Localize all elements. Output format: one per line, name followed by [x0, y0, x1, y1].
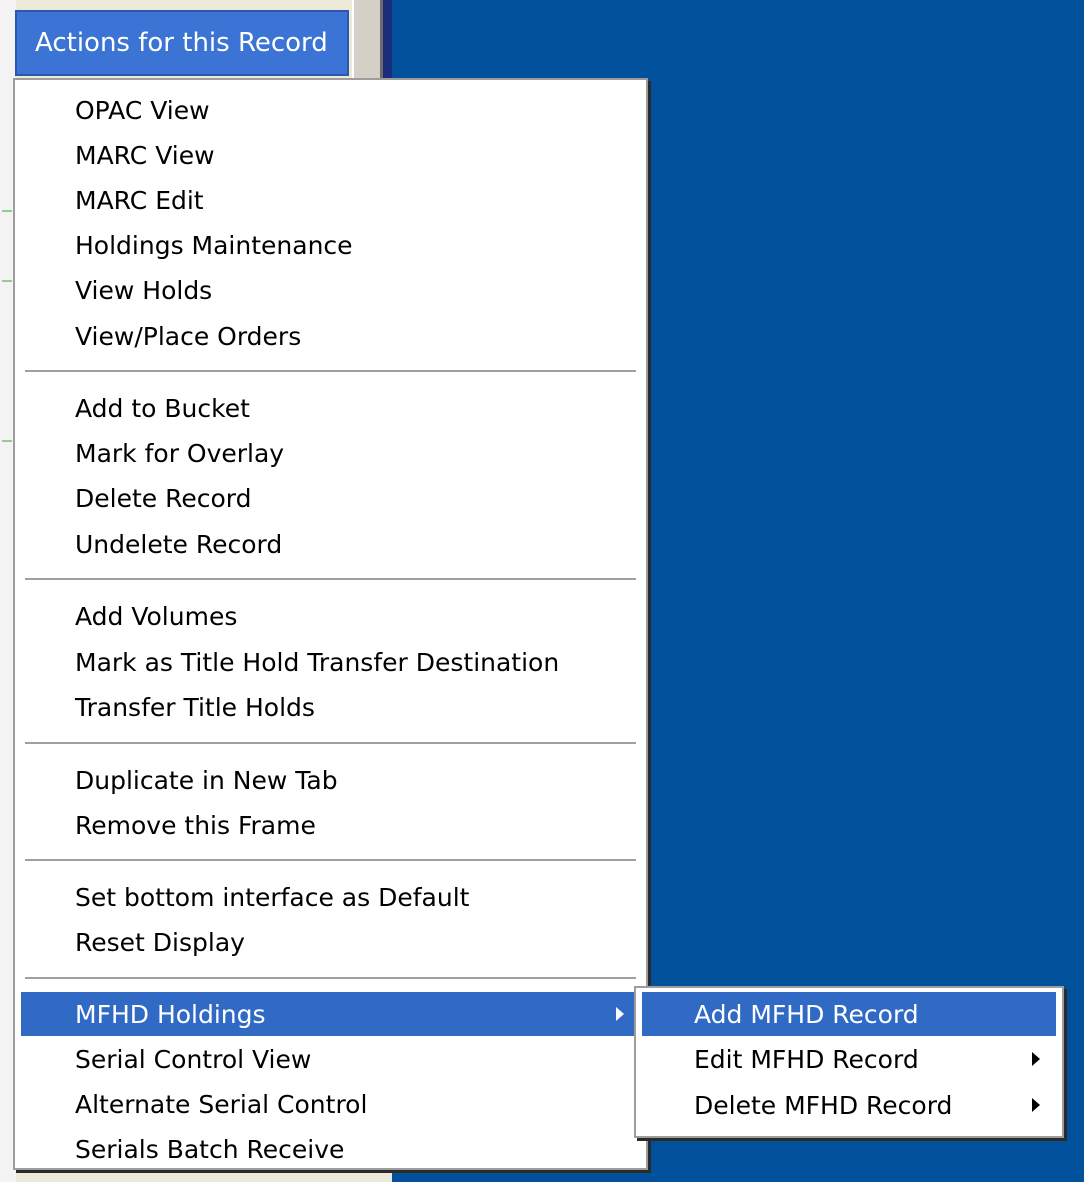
actions-menu-button-label: Actions for this Record — [35, 28, 328, 58]
menu-item-label: Serials Batch Receive — [75, 1134, 345, 1164]
menu-item-delete-record[interactable]: Delete Record — [21, 476, 640, 520]
menu-separator — [25, 742, 636, 744]
menu-item-label: Serial Control View — [75, 1044, 312, 1074]
menu-item-label: View/Place Orders — [75, 321, 302, 351]
menu-item-label: OPAC View — [75, 95, 210, 125]
background-marker — [2, 210, 12, 212]
menu-item-opac-view[interactable]: OPAC View — [21, 88, 640, 132]
menu-item-label: View Holds — [75, 275, 213, 305]
menu-item-marc-edit[interactable]: MARC Edit — [21, 178, 640, 222]
menu-separator — [25, 578, 636, 580]
menu-item-remove-this-frame[interactable]: Remove this Frame — [21, 803, 640, 847]
background-marker — [2, 280, 12, 282]
submenu-item-add-mfhd-record[interactable]: Add MFHD Record — [642, 992, 1056, 1036]
menu-item-label: MARC Edit — [75, 185, 204, 215]
menu-item-set-bottom-default[interactable]: Set bottom interface as Default — [21, 875, 640, 919]
menu-item-label: Add Volumes — [75, 601, 238, 631]
menu-separator — [25, 859, 636, 861]
submenu-item-label: Add MFHD Record — [694, 999, 919, 1029]
menu-item-serials-batch-receive[interactable]: Serials Batch Receive — [21, 1127, 640, 1171]
menu-item-serial-control-view[interactable]: Serial Control View — [21, 1037, 640, 1081]
submenu-arrow-icon — [1032, 1052, 1040, 1066]
menu-item-reset-display[interactable]: Reset Display — [21, 920, 640, 964]
menu-item-label: Alternate Serial Control — [75, 1089, 368, 1119]
background-marker — [2, 440, 12, 442]
submenu-item-edit-mfhd-record[interactable]: Edit MFHD Record — [642, 1037, 1056, 1081]
actions-menu-button[interactable]: Actions for this Record — [15, 10, 349, 76]
actions-menu: OPAC View MARC View MARC Edit Holdings M… — [13, 78, 648, 1170]
menu-item-label: Transfer Title Holds — [75, 692, 315, 722]
menu-item-alternate-serial-control[interactable]: Alternate Serial Control — [21, 1082, 640, 1126]
menu-item-label: Add to Bucket — [75, 393, 250, 423]
menu-item-label: Reset Display — [75, 927, 245, 957]
menu-item-mark-title-hold-transfer[interactable]: Mark as Title Hold Transfer Destination — [21, 640, 640, 684]
submenu-arrow-icon — [1032, 1098, 1040, 1112]
menu-item-undelete-record[interactable]: Undelete Record — [21, 522, 640, 566]
menu-item-holdings-maintenance[interactable]: Holdings Maintenance — [21, 223, 640, 267]
menu-item-duplicate-in-new-tab[interactable]: Duplicate in New Tab — [21, 758, 640, 802]
menu-item-label: Mark as Title Hold Transfer Destination — [75, 647, 560, 677]
menu-separator — [25, 977, 636, 979]
submenu-item-delete-mfhd-record[interactable]: Delete MFHD Record — [642, 1083, 1056, 1127]
menu-item-transfer-title-holds[interactable]: Transfer Title Holds — [21, 685, 640, 729]
menu-item-mark-for-overlay[interactable]: Mark for Overlay — [21, 431, 640, 475]
submenu-item-label: Edit MFHD Record — [694, 1044, 919, 1074]
submenu-arrow-icon — [616, 1007, 624, 1021]
menu-item-label: Undelete Record — [75, 529, 283, 559]
menu-item-label: MFHD Holdings — [75, 999, 266, 1029]
menu-item-mfhd-holdings[interactable]: MFHD Holdings — [21, 992, 640, 1036]
submenu-item-label: Delete MFHD Record — [694, 1090, 953, 1120]
menu-item-label: Duplicate in New Tab — [75, 765, 338, 795]
menu-item-label: MARC View — [75, 140, 215, 170]
menu-item-marc-view[interactable]: MARC View — [21, 133, 640, 177]
menu-item-add-volumes[interactable]: Add Volumes — [21, 594, 640, 638]
menu-item-label: Delete Record — [75, 483, 252, 513]
mfhd-submenu: Add MFHD Record Edit MFHD Record Delete … — [634, 986, 1064, 1138]
menu-item-view-place-orders[interactable]: View/Place Orders — [21, 314, 640, 358]
background-scrollbar[interactable] — [352, 0, 382, 80]
menu-separator — [25, 370, 636, 372]
menu-item-view-holds[interactable]: View Holds — [21, 268, 640, 312]
menu-item-label: Mark for Overlay — [75, 438, 285, 468]
menu-item-add-to-bucket[interactable]: Add to Bucket — [21, 386, 640, 430]
menu-item-label: Remove this Frame — [75, 810, 316, 840]
menu-item-label: Holdings Maintenance — [75, 230, 353, 260]
menu-item-label: Set bottom interface as Default — [75, 882, 470, 912]
